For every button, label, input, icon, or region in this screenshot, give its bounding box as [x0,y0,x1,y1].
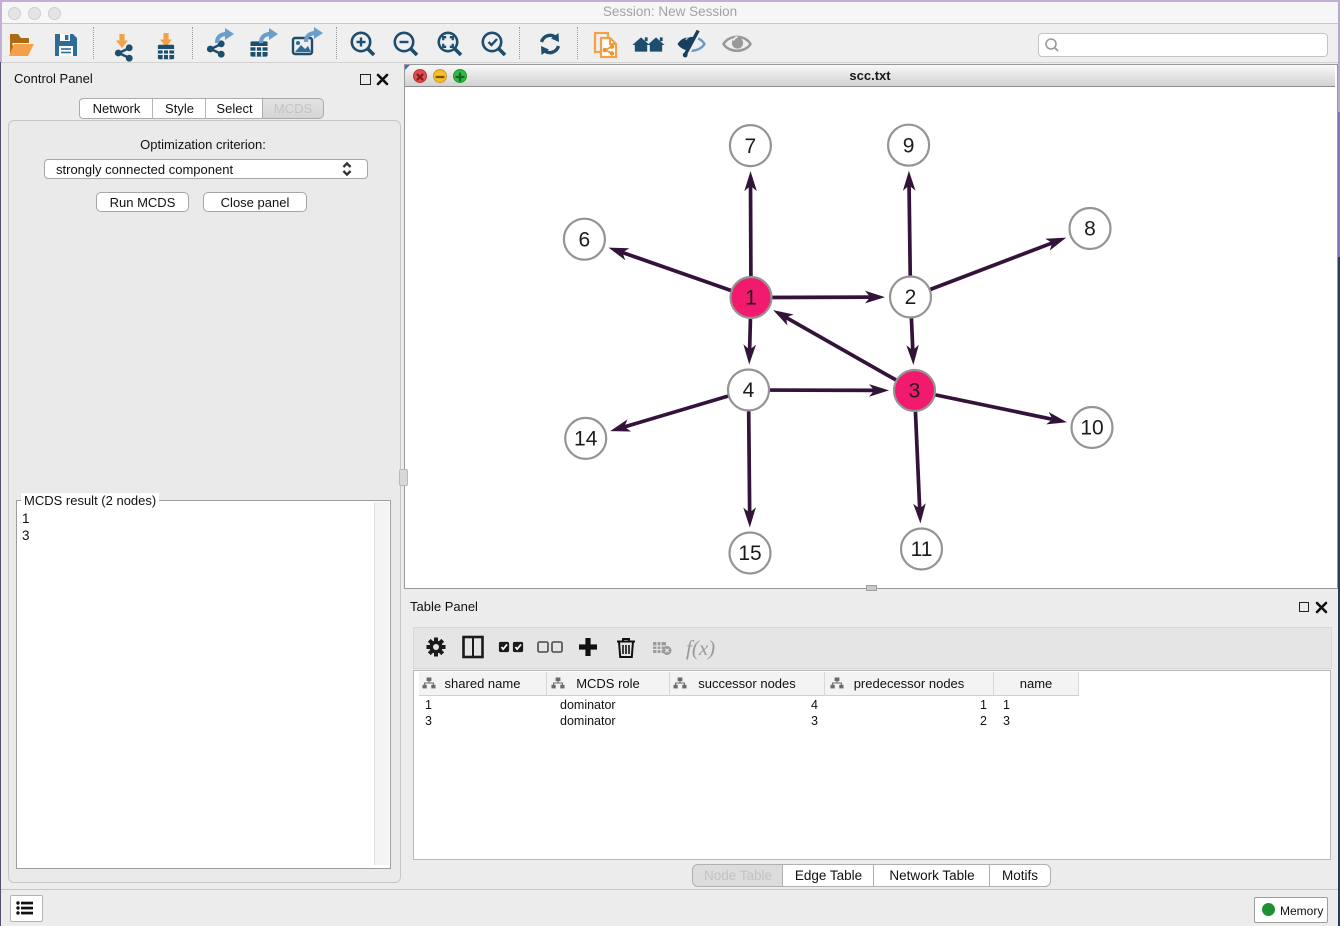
svg-text:f(x): f(x) [686,636,715,660]
